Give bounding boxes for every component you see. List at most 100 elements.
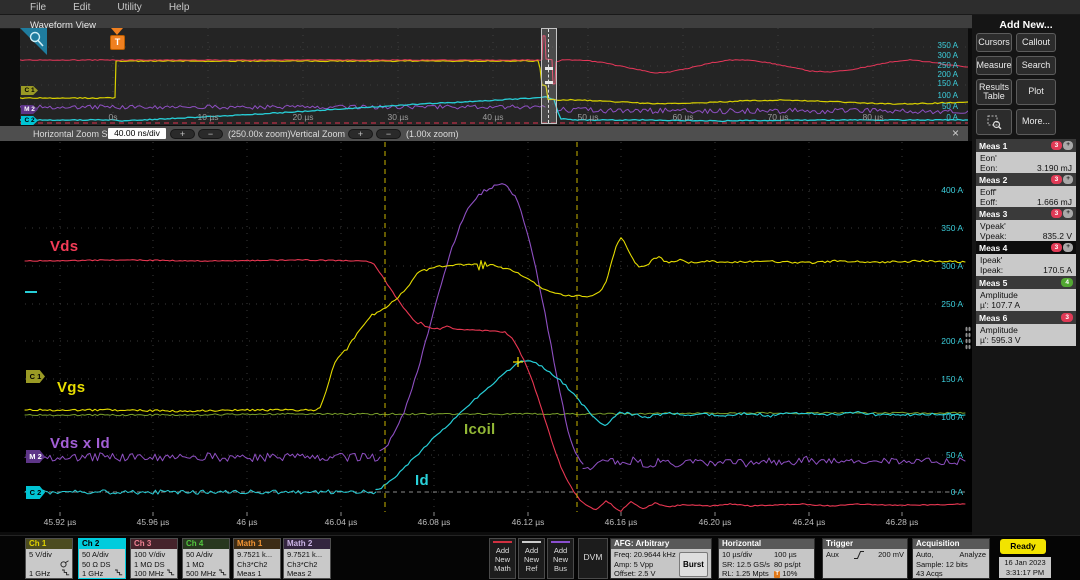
trace-label-vds-x-id: Vds x Id [50, 435, 110, 452]
measurement-add-badge[interactable]: + [1063, 175, 1073, 184]
zoom-box-icon [987, 115, 1002, 130]
overview-scale-label: 250 A [938, 61, 958, 70]
menu-item-help[interactable]: Help [169, 2, 190, 13]
bandwidth-icon [61, 569, 70, 577]
measurement-value: 170.5 A [1043, 265, 1072, 275]
channel-setting-text: 100 MHz [134, 569, 164, 578]
trace-overview-math2 [20, 105, 545, 109]
overview-zoom-icon[interactable] [20, 28, 47, 55]
trace-label-icoil: Icoil [464, 421, 496, 438]
hzoom-plus-button[interactable]: + [170, 129, 195, 139]
measurement-value: 1.666 mJ [1037, 197, 1072, 207]
add-search-button[interactable]: Search [1016, 56, 1056, 75]
measurement-add-badge[interactable]: + [1063, 209, 1073, 218]
trace-id-settle [620, 412, 965, 418]
panel-acquisition[interactable]: AcquisitionAuto,AnalyzeSample: 12 bits43… [912, 538, 990, 579]
channel-badge-math2[interactable]: Math 29.7521 k...Ch3*Ch2Meas 2 [283, 538, 331, 579]
vzoom-minus-button[interactable]: − [376, 129, 401, 139]
add-plot-button[interactable]: Plot [1016, 79, 1056, 105]
trigger-position-icon: T [774, 571, 780, 578]
measurement-card-meas5[interactable]: Meas 54Amplitudeµ': 107.7 A [976, 276, 1076, 311]
trace-vds [25, 260, 965, 512]
current-axis-label: 400 A [941, 186, 963, 195]
panel-afg[interactable]: AFG: ArbitraryFreq: 20.9644 kHzAmp: 5 Vp… [610, 538, 712, 579]
measurement-badges: 3+ [1051, 243, 1073, 252]
measurement-name: Meas 6 [979, 313, 1007, 323]
channel-setting-text: Ch3*Ch2 [287, 560, 317, 569]
measurement-add-badge[interactable]: + [1063, 141, 1073, 150]
acquisition-analyze: Analyze [959, 550, 986, 560]
measurement-card-meas4[interactable]: Meas 43+Ipeak'Ipeak:170.5 A [976, 241, 1076, 276]
measurement-name: Meas 3 [979, 209, 1007, 219]
channel-setting-row: 500 MHz [186, 569, 227, 578]
ready-status-badge: Ready [1000, 539, 1046, 554]
channel-setting-text: 9.7521 k... [237, 550, 272, 559]
add-callout-button[interactable]: Callout [1016, 33, 1056, 52]
overview-scale-label: 300 A [938, 51, 958, 60]
trace-vgs [25, 238, 965, 412]
panel-trigger[interactable]: TriggerAux200 mV [822, 538, 908, 579]
trigger-level: 200 mV [878, 550, 904, 560]
overview-scale-label: 150 A [938, 79, 958, 88]
measurement-add-badge[interactable]: + [1063, 243, 1073, 252]
trigger-marker[interactable]: T [110, 28, 124, 50]
menu-item-file[interactable]: File [30, 2, 46, 13]
add-cursors-button[interactable]: Cursors [976, 33, 1012, 52]
dvm-button[interactable]: DVM [578, 538, 608, 579]
zoom-window-handle[interactable] [541, 28, 557, 124]
current-axis-label: 150 A [941, 375, 963, 384]
measurement-card-meas2[interactable]: Meas 23+Eoff'Eoff:1.666 mJ [976, 173, 1076, 208]
channel-setting-text: 50 A/div [82, 550, 109, 559]
measurement-count-badge: 3 [1051, 175, 1063, 184]
add-zoom-button[interactable] [976, 109, 1012, 135]
measurement-count-badge: 3 [1061, 313, 1073, 322]
channel-setting-row: Meas 1 [237, 569, 278, 578]
measurement-card-meas1[interactable]: Meas 13+Eon'Eon:3.190 mJ [976, 139, 1076, 174]
hzoom-scale-input[interactable]: 40.00 ns/div [108, 128, 166, 139]
measurement-card-body: Ipeak'Ipeak:170.5 A [976, 254, 1076, 276]
measurement-count-badge: 3 [1051, 243, 1063, 252]
waveform-overview[interactable]: 0s10 µs20 µs30 µs40 µs50 µs60 µs70 µs80 … [20, 28, 968, 125]
add-new-math-button[interactable]: AddNewMath [489, 538, 516, 579]
channel-badge-ch4[interactable]: Ch 450 A/div1 MΩ500 MHz [182, 538, 230, 579]
main-plot-canvas[interactable] [0, 141, 972, 532]
add-measure-button[interactable]: Measure [976, 56, 1012, 75]
add-more----button[interactable]: More... [1016, 109, 1056, 135]
horizontal-setting-right: T10% [774, 569, 797, 579]
channel-badge-header: Ch 2 [79, 539, 125, 549]
channel-setting-row: 50 A/div [186, 550, 227, 559]
channel-badge-math1[interactable]: Math 19.7521 k...Ch3*Ch2Meas 1 [233, 538, 281, 579]
measurement-card-body: Vpeak'Vpeak:835.2 V [976, 220, 1076, 242]
channel-setting-row: 9.7521 k... [287, 550, 328, 559]
measurement-card-meas3[interactable]: Meas 33+Vpeak'Vpeak:835.2 V [976, 207, 1076, 242]
add-button-color-bar [551, 541, 570, 543]
hzoom-minus-button[interactable]: − [198, 129, 223, 139]
vzoom-plus-button[interactable]: + [348, 129, 373, 139]
time-axis-label: 46.08 µs [408, 517, 460, 527]
channel-badge-ch2[interactable]: Ch 250 A/div50 Ω DS1 GHz [78, 538, 126, 579]
channel-badge-ch3[interactable]: Ch 3100 V/div1 MΩ DS100 MHz [130, 538, 178, 579]
panel-horizontal[interactable]: Horizontal10 µs/div100 µsSR: 12.5 GS/s80… [718, 538, 815, 579]
time-axis-label: 46.20 µs [689, 517, 741, 527]
add-new-bus-button[interactable]: AddNewBus [547, 538, 574, 579]
menu-item-utility[interactable]: Utility [117, 2, 141, 13]
panel-splitter-grip[interactable] [965, 326, 971, 350]
measurement-card-header: Meas 43+ [976, 241, 1076, 254]
measurement-line2: Eon:3.190 mJ [980, 163, 1072, 173]
panel-trigger-body: Aux200 mV [823, 549, 907, 561]
menu-item-edit[interactable]: Edit [73, 2, 90, 13]
add-new-ref-button[interactable]: AddNewRef [518, 538, 545, 579]
time-label: 3:31:17 PM [999, 568, 1051, 578]
measurement-line1: Amplitude [980, 325, 1072, 335]
close-zoom-toolbar-icon[interactable]: × [952, 126, 959, 141]
burst-button[interactable]: Burst [679, 552, 708, 577]
channel-badge-ch1[interactable]: Ch 15 V/div1 GHz [25, 538, 73, 579]
trace-overview-vgs [20, 61, 968, 105]
add-results-table-button[interactable]: Results Table [976, 79, 1012, 105]
measurement-line1: Vpeak' [980, 221, 1072, 231]
waveform-view-tab[interactable]: Waveform View [0, 15, 972, 29]
time-axis-label: 46.24 µs [783, 517, 835, 527]
measurement-card-meas6[interactable]: Meas 63Amplitudeµ': 595.3 V [976, 311, 1076, 346]
current-axis-label: 0 A [951, 488, 963, 497]
waveform-main-plot[interactable]: VdsVgsVds x IdIcoilId400 A350 A300 A250 … [0, 141, 972, 532]
